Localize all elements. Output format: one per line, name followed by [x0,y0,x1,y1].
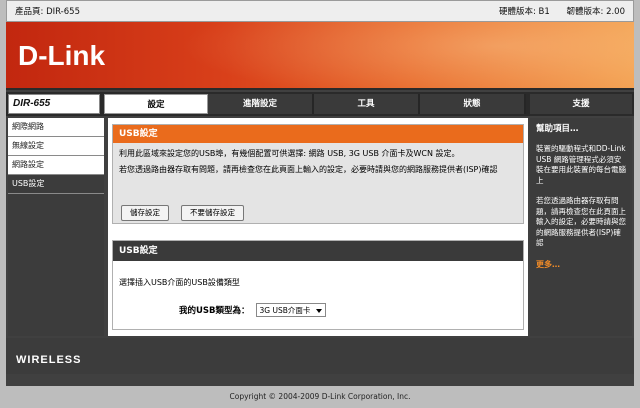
help-panel: 幫助項目… 裝置的驅動程式和DD-Link USB 網路管理程式必須安裝在要用此… [530,118,632,336]
usb-type-panel: USB設定 選擇插入USB介面的USB設備類型 我的USB類型為： 3G USB… [112,240,524,330]
help-title: 幫助項目… [536,124,579,134]
help-text-isp: 若您透過路由器存取有問題，請再檢查您在此頁面上輸入的設定，必要時請與您的網路服務… [536,196,626,247]
usb-type-label: 我的USB類型為： [179,306,250,316]
model-badge-text: DIR-655 [13,98,51,109]
sidebar-item-internet[interactable]: 網際網路 [8,118,104,137]
help-text-driver: 裝置的驅動程式和DD-Link USB 網路管理程式必須安裝在要用此裝置的每台電… [536,144,626,185]
main-content: USB設定 利用此區域來設定您的USB埠，有幾個配置可供選擇: 網路 USB, … [108,118,528,336]
save-settings-button[interactable]: 儲存設定 [121,205,169,221]
usb-type-selected-value: 3G USB介面卡 [259,305,311,315]
main-navigation: DIR-655 // 設定 進階設定 工具 狀態 支援 [6,92,634,116]
product-page-label: 產品頁: DIR-655 [15,7,80,17]
tab-tools[interactable]: 工具 [314,94,420,114]
chevron-down-icon [316,306,323,315]
sidebar: 網際網路 無線設定 網路設定 USB設定 [8,118,104,336]
wireless-logo: WIRELESS [16,354,82,366]
usb-settings-description: 利用此區域來設定您的USB埠，有幾個配置可供選擇: 網路 USB, 3G USB… [119,149,460,158]
usb-type-title: USB設定 [113,241,523,261]
help-more-link[interactable]: 更多… [536,259,626,270]
sidebar-item-wireless[interactable]: 無線設定 [8,137,104,156]
tab-advanced[interactable]: 進階設定 [208,94,314,114]
tab-setup[interactable]: 設定 [104,94,208,114]
usb-settings-title: USB設定 [113,125,523,143]
tab-support[interactable]: 支援 [530,94,632,114]
sidebar-item-network[interactable]: 網路設定 [8,156,104,175]
hardware-version: 硬體版本: B1 [498,7,550,17]
banner-swoosh [126,22,634,88]
settings-button-row: 儲存設定 不要儲存設定 [121,205,244,221]
usb-settings-isp-note: 若您透過路由器存取有問題，請再檢查您在此頁面上輸入的設定，必要時請與您的網路服務… [119,165,498,174]
tab-status[interactable]: 狀態 [420,94,526,114]
tab-bar: 設定 進階設定 工具 狀態 [104,94,526,114]
footer-bar: WIRELESS [6,338,634,374]
sidebar-item-usb[interactable]: USB設定 [8,175,104,194]
version-info: 硬體版本: B1 韌體版本: 2.00 [485,5,625,17]
model-badge: DIR-655 // [8,93,121,114]
usb-type-row: 我的USB類型為： 3G USB介面卡 [179,303,327,317]
usb-type-select[interactable]: 3G USB介面卡 [255,303,327,317]
top-info-bar: 產品頁: DIR-655 硬體版本: B1 韌體版本: 2.00 [6,0,634,22]
copyright-notice: Copyright © 2004-2009 D-Link Corporation… [229,392,411,401]
usb-settings-panel: USB設定 利用此區域來設定您的USB埠，有幾個配置可供選擇: 網路 USB, … [112,124,524,224]
brand-banner: D-Link [6,22,634,90]
router-admin-frame: 產品頁: DIR-655 硬體版本: B1 韌體版本: 2.00 D-Link … [6,0,634,386]
dlink-logo: D-Link [18,40,106,71]
firmware-version: 韌體版本: 2.00 [566,7,626,17]
dont-save-settings-button[interactable]: 不要儲存設定 [181,205,244,221]
usb-type-description: 選擇插入USB介面的USB設備類型 [119,278,240,287]
